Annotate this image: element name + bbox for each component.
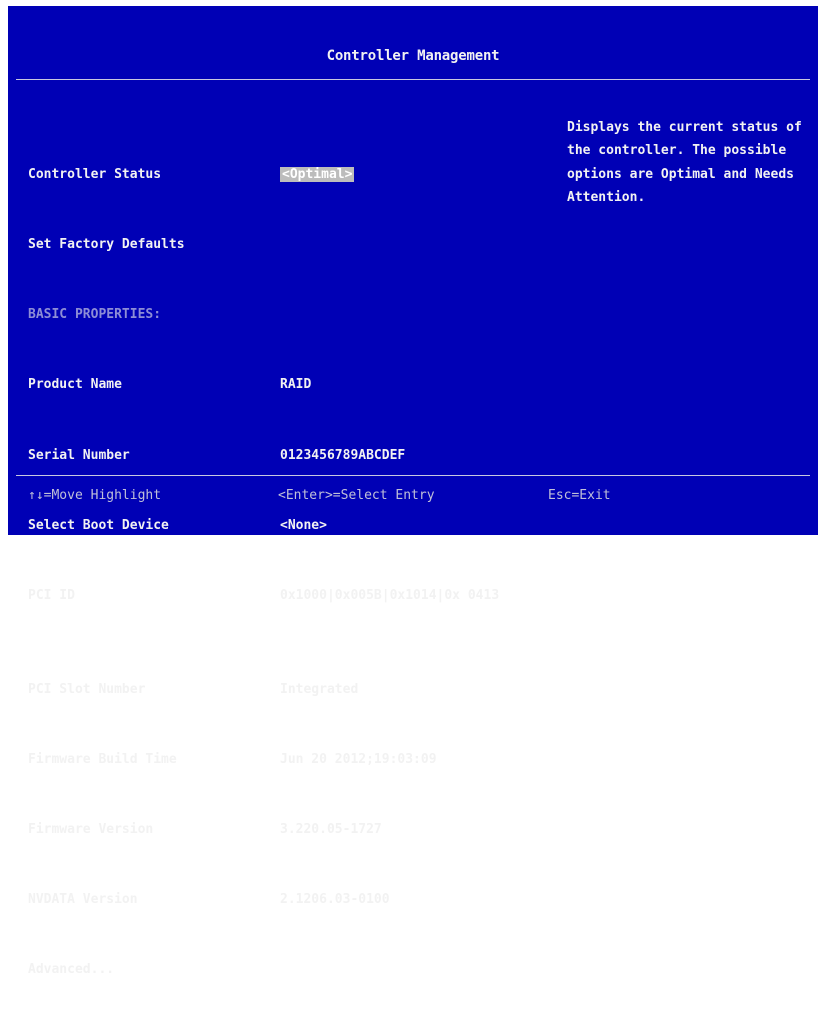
boot-device-selector[interactable]: <None>: [280, 514, 548, 537]
value-column: <Optimal> RAID 0123456789ABCDEF <None> 0…: [280, 116, 548, 958]
label-firmware-build-time: Firmware Build Time: [28, 751, 177, 767]
label-firmware-version: Firmware Version: [28, 822, 154, 838]
help-panel: Displays the current status of the contr…: [567, 120, 802, 206]
value-firmware-version: 3.220.05-1727: [280, 822, 382, 838]
label-serial-number: Serial Number: [28, 447, 130, 463]
empty-value: [280, 233, 548, 256]
label-column: Controller Status Set Factory Defaults B…: [28, 116, 268, 1029]
label-pci-id: PCI ID: [28, 588, 75, 604]
value-nvdata-version: 2.1206.03-0100: [280, 892, 390, 908]
footer-divider: [16, 475, 810, 476]
controller-status-row-value: <Optimal>: [280, 163, 548, 186]
menu-item-advanced[interactable]: Advanced...: [28, 958, 268, 981]
empty-value: [280, 303, 548, 326]
controller-status-selector[interactable]: <Optimal>: [280, 166, 355, 182]
bios-screen: Controller Management Controller Status …: [8, 6, 818, 977]
footer-move-hint: ↑↓=Move Highlight: [28, 488, 162, 503]
menu-item-set-factory-defaults[interactable]: Set Factory Defaults: [28, 233, 268, 256]
footer-select-hint: <Enter>=Select Entry: [278, 488, 435, 503]
value-firmware-build-time: Jun 20 2012;19:03:09: [280, 751, 437, 767]
value-serial-number: 0123456789ABCDEF: [280, 447, 406, 463]
menu-item-select-boot-device[interactable]: Select Boot Device: [28, 514, 268, 537]
footer-exit-hint: Esc=Exit: [548, 488, 611, 503]
section-header-basic-properties: BASIC PROPERTIES:: [28, 307, 162, 323]
label-product-name: Product Name: [28, 377, 122, 393]
label-pci-slot-number: PCI Slot Number: [28, 681, 146, 697]
label-nvdata-version: NVDATA Version: [28, 892, 138, 908]
value-pci-slot-number: Integrated: [280, 681, 359, 697]
header-divider: [16, 79, 810, 80]
page-title: Controller Management: [326, 48, 500, 64]
value-pci-id: 0x1000|0x005B|0x1014|0x 0413: [280, 588, 500, 604]
value-product-name: RAID: [280, 377, 312, 393]
menu-item-controller-status[interactable]: Controller Status: [28, 163, 268, 186]
